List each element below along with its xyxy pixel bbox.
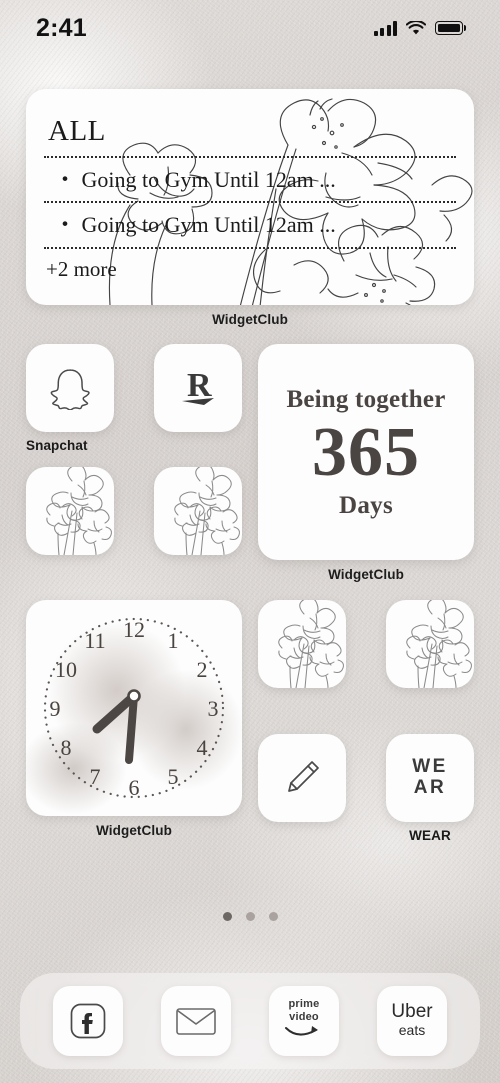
pencil-icon (288, 761, 319, 792)
clock-center-pivot (127, 689, 141, 703)
reminders-widget-label: WidgetClub (212, 312, 288, 327)
clock-num-6: 6 (129, 775, 140, 800)
rakuten-r-icon: R (182, 367, 214, 405)
reminders-more-link[interactable]: +2 more (44, 249, 456, 282)
envelope-icon (176, 1008, 216, 1035)
flower-sketch-icon (278, 600, 344, 688)
clock-widget[interactable]: 12 1 2 3 4 5 6 7 8 9 10 11 (26, 600, 242, 816)
clock-num-3: 3 (208, 696, 219, 721)
app-row-1: Snapchat R (26, 344, 242, 453)
app-rakuten[interactable]: R (154, 344, 242, 453)
clock-num-5: 5 (168, 764, 179, 789)
flower-icon-tile-4[interactable] (386, 600, 474, 688)
reminder-bullet-1: ・ (54, 167, 77, 192)
flower-icon-tile-3[interactable] (258, 600, 346, 688)
wifi-icon (406, 20, 426, 34)
app-flower-3[interactable] (258, 600, 346, 694)
app-snapchat[interactable]: Snapchat (26, 344, 114, 453)
flower-sketch-icon (46, 467, 112, 555)
clock-num-8: 8 (61, 735, 72, 760)
reminder-text-1: Going to Gym Until 12am ... (81, 167, 336, 192)
wear-text-icon: WE AR (412, 757, 448, 798)
amazon-smile-arrow-icon (285, 1025, 318, 1036)
clock-num-12: 12 (123, 617, 145, 642)
anniversary-widget-container: Being together 365 Days WidgetClub (258, 344, 474, 582)
apps-left-column: Snapchat R (26, 344, 242, 561)
clock-widget-container: 12 1 2 3 4 5 6 7 8 9 10 11 WidgetClub (26, 600, 242, 838)
dock-app-uber-eats[interactable]: Uber eats (377, 986, 447, 1056)
app-row-3 (258, 600, 474, 694)
status-bar-indicators (373, 20, 466, 36)
wear-icon-line-1: WE (412, 756, 448, 778)
battery-full-icon (435, 21, 466, 35)
dock-app-mail[interactable] (161, 986, 231, 1056)
grid-section-bottom: 12 1 2 3 4 5 6 7 8 9 10 11 WidgetClub WE… (0, 600, 500, 843)
app-row-2 (26, 467, 242, 561)
grid-section-middle: Snapchat R Being together 365 Days Widge… (0, 344, 500, 582)
svg-text:R: R (187, 367, 212, 404)
clock-num-7: 7 (90, 764, 101, 789)
app-flower-2[interactable] (154, 467, 242, 561)
app-flower-1[interactable] (26, 467, 114, 561)
prime-line-1: prime (288, 998, 320, 1011)
app-label-wear: WEAR (409, 828, 451, 843)
apps-right-column: WE AR WEAR (258, 600, 474, 843)
uber-line-2: eats (398, 1022, 426, 1039)
anniversary-widget[interactable]: Being together 365 Days (258, 344, 474, 560)
app-wear[interactable]: WE AR WEAR (386, 734, 474, 843)
app-label-snapchat: Snapchat (26, 438, 88, 453)
clock-num-1: 1 (168, 628, 179, 653)
prime-video-icon: prime video (282, 998, 326, 1043)
rakuten-icon-tile[interactable]: R (154, 344, 242, 432)
clock-num-4: 4 (197, 735, 208, 760)
reminders-widget-container: ALL ・ Going to Gym Until 12am ... ・ Goin… (0, 89, 500, 327)
clock-num-11: 11 (84, 628, 105, 653)
clock-widget-label: WidgetClub (96, 823, 172, 838)
clock-num-2: 2 (197, 657, 208, 682)
page-indicator[interactable] (0, 912, 500, 921)
uber-line-1: Uber (391, 1001, 433, 1023)
snapchat-icon-tile[interactable] (26, 344, 114, 432)
wear-icon-tile[interactable]: WE AR (386, 734, 474, 822)
clock-num-10: 10 (55, 657, 77, 682)
reminders-widget[interactable]: ALL ・ Going to Gym Until 12am ... ・ Goin… (26, 89, 474, 305)
flower-sketch-icon (174, 467, 240, 555)
reminder-item-2[interactable]: ・ Going to Gym Until 12am ... (44, 203, 456, 246)
clock-num-9: 9 (50, 696, 61, 721)
dock: prime video Uber eats (20, 973, 480, 1069)
flower-icon-tile-2[interactable] (154, 467, 242, 555)
clock-hands (92, 689, 141, 764)
anniversary-widget-label: WidgetClub (328, 567, 404, 582)
dock-app-facebook[interactable] (53, 986, 123, 1056)
analog-clock-face: 12 1 2 3 4 5 6 7 8 9 10 11 (43, 617, 225, 800)
home-screen: 2:41 ALL ・ Going to Gym Until 12am ... ・… (0, 0, 500, 1083)
flower-icon-tile-1[interactable] (26, 467, 114, 555)
pencil-icon-tile[interactable] (258, 734, 346, 822)
app-notes[interactable] (258, 734, 346, 843)
uber-eats-icon: Uber eats (391, 1002, 432, 1039)
dock-app-prime-video[interactable]: prime video (269, 986, 339, 1056)
app-flower-4[interactable] (386, 600, 474, 694)
app-row-4: WE AR WEAR (258, 734, 474, 843)
facebook-f-icon (70, 1003, 106, 1039)
flower-sketch-icon (406, 600, 472, 688)
anniversary-count: 365 (312, 414, 420, 492)
reminders-title: ALL (48, 115, 106, 147)
page-dot-3[interactable] (268, 912, 278, 921)
anniversary-unit: Days (339, 491, 393, 519)
reminder-item-1[interactable]: ・ Going to Gym Until 12am ... (44, 158, 456, 201)
reminder-text-2: Going to Gym Until 12am ... (81, 212, 336, 238)
status-bar: 2:41 (0, 0, 500, 56)
anniversary-heading: Being together (286, 386, 446, 414)
page-dot-1[interactable] (222, 912, 232, 921)
cellular-bars-icon (373, 20, 397, 36)
reminder-bullet-2: ・ (54, 212, 77, 238)
wear-icon-line-2: AR (413, 777, 447, 798)
snapchat-ghost-icon (50, 369, 90, 410)
prime-line-2: video (289, 1011, 319, 1023)
clock-minute-hand (125, 692, 138, 764)
status-bar-time: 2:41 (36, 13, 87, 42)
reminders-content: ALL ・ Going to Gym Until 12am ... ・ Goin… (44, 117, 456, 282)
page-dot-2[interactable] (245, 912, 255, 921)
